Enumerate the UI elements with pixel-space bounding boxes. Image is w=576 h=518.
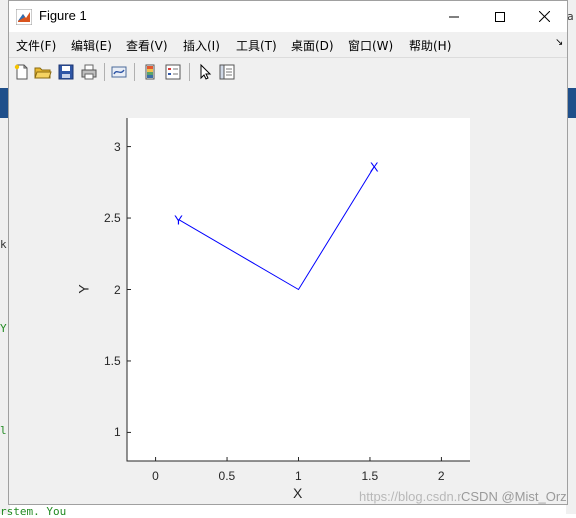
insert-legend-icon[interactable] [164, 63, 182, 81]
minimize-icon [449, 16, 459, 17]
maximize-icon [495, 11, 505, 22]
menu-view[interactable]: 查看(V) [126, 37, 168, 54]
menu-tools[interactable]: 工具(T) [236, 37, 277, 54]
y-tick-label: 2 [114, 282, 121, 297]
y-tick-label: 1 [114, 425, 121, 440]
pointer-icon[interactable] [196, 63, 214, 81]
figure-toolbar [9, 57, 567, 86]
toolbar-separator [104, 63, 105, 81]
watermark-url: https://blog.csdn.net [359, 489, 476, 504]
maximize-button[interactable] [477, 1, 523, 32]
menu-overflow-icon[interactable]: ↘ [555, 37, 563, 48]
menu-insert[interactable]: 插入(I) [183, 37, 220, 54]
menu-help[interactable]: 帮助(H) [409, 37, 451, 54]
x-tick-label: 0 [152, 469, 159, 483]
figure-canvas: YX 0 0.5 1 1.5 2 1 1.5 2 2.5 3 X Y https://blog.c… [9, 85, 567, 504]
y-tick-label: 3 [114, 139, 121, 154]
matlab-logo-icon [16, 9, 32, 25]
x-tick-label: 0.5 [218, 469, 236, 483]
link-plot-icon[interactable] [110, 63, 128, 81]
open-file-icon[interactable] [34, 63, 52, 81]
property-inspector-icon[interactable] [218, 63, 236, 81]
watermark-author: CSDN @Mist_Orz [461, 489, 567, 504]
point-annotation-label: X [370, 160, 379, 175]
toolbar-separator [189, 63, 190, 81]
y-tick-label: 1.5 [104, 353, 121, 368]
menu-file[interactable]: 文件(F) [16, 37, 56, 54]
x-tick-label: 1.5 [361, 469, 379, 483]
background-text-fragment: Y [0, 322, 7, 335]
save-icon[interactable] [57, 63, 75, 81]
figure-window: Figure 1 文件(F) 编辑(E) 查看(V) 插入(I) 工具(T) 桌… [8, 0, 568, 505]
background-text-fragment: rstem. You [0, 505, 67, 518]
toolbar-separator [134, 63, 135, 81]
window-title: Figure 1 [39, 8, 87, 23]
print-icon[interactable] [80, 63, 98, 81]
y-axis-label: Y [75, 284, 92, 294]
title-bar[interactable]: Figure 1 [9, 1, 567, 32]
menu-window[interactable]: 窗口(W) [348, 37, 393, 54]
y-tick-label: 2.5 [104, 211, 121, 226]
background-text-fragment: k [0, 238, 7, 251]
close-button[interactable] [521, 1, 567, 32]
menu-desktop[interactable]: 桌面(D) [291, 37, 334, 54]
menu-edit[interactable]: 编辑(E) [71, 37, 112, 54]
insert-colorbar-icon[interactable] [141, 63, 159, 81]
plot-layer: YX [126, 118, 470, 462]
background-text-fragment: l [0, 424, 7, 437]
x-tick-label: 1 [295, 469, 302, 483]
x-tick-label: 2 [437, 469, 445, 483]
x-axis-label: X [293, 485, 303, 501]
new-figure-icon[interactable] [13, 63, 31, 81]
menu-bar: 文件(F) 编辑(E) 查看(V) 插入(I) 工具(T) 桌面(D) 窗口(W… [9, 32, 567, 56]
series-line [178, 166, 375, 291]
minimize-button[interactable] [431, 1, 477, 32]
point-annotation-label: Y [174, 212, 183, 227]
close-icon [538, 11, 550, 22]
